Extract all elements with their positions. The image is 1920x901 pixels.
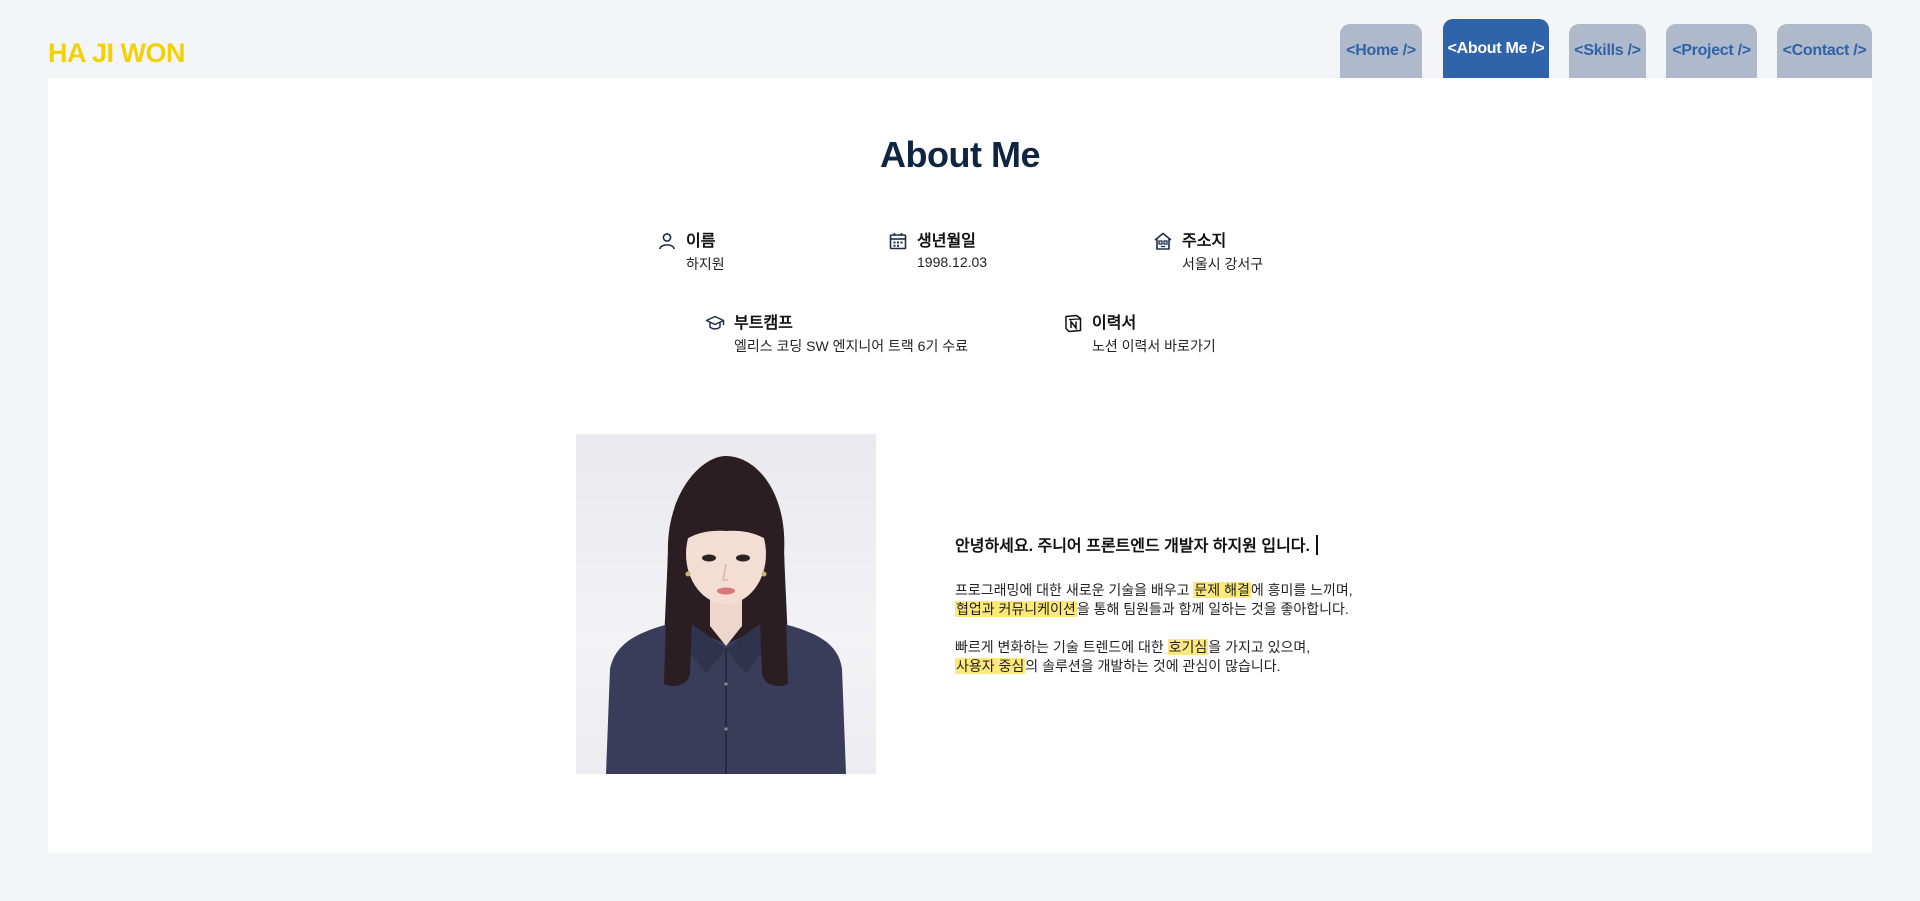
intro-paragraph-2: 빠르게 변화하는 기술 트렌드에 대한 호기심을 가지고 있으며, 사용자 중심… xyxy=(955,638,1425,676)
tab-about-me[interactable]: <About Me /> xyxy=(1443,19,1549,78)
graduation-cap-icon xyxy=(705,315,725,330)
tab-home[interactable]: <Home /> xyxy=(1340,24,1422,78)
intro-heading: 안녕하세요. 주니어 프론트엔드 개발자 하지원 입니다. xyxy=(955,532,1425,556)
info-label: 부트캠프 xyxy=(734,315,793,332)
tab-skills[interactable]: <Skills /> xyxy=(1569,24,1646,78)
info-value: 1998.12.03 xyxy=(917,254,988,270)
tab-contact[interactable]: <Contact /> xyxy=(1777,24,1872,78)
info-label: 주소지 xyxy=(1182,233,1227,250)
info-label: 이력서 xyxy=(1092,315,1137,332)
info-label: 이름 xyxy=(686,233,716,250)
tab-project[interactable]: <Project /> xyxy=(1666,24,1757,78)
info-value: 엘리스 코딩 SW 엔지니어 트랙 6기 수료 xyxy=(734,338,968,354)
highlight-text: 호기심 xyxy=(1167,639,1209,655)
calendar-icon xyxy=(889,233,907,250)
intro-paragraph-1: 프로그래밍에 대한 새로운 기술을 배우고 문제 해결에 흥미를 느끼며, 협업… xyxy=(955,581,1425,619)
profile-photo-illustration xyxy=(606,456,846,774)
about-panel xyxy=(48,78,1872,853)
intro-text: 에 흥미를 느끼며, xyxy=(1250,582,1353,598)
intro-text: 을 통해 팀원들과 함께 일하는 것을 좋아합니다. xyxy=(1076,601,1349,617)
intro-text: 의 솔루션을 개발하는 것에 관심이 많습니다. xyxy=(1025,658,1281,674)
notion-icon xyxy=(1065,314,1082,333)
intro-text: 프로그래밍에 대한 새로운 기술을 배우고 xyxy=(955,582,1194,598)
typing-cursor xyxy=(1315,535,1318,555)
intro-text: 빠르게 변화하는 기술 트렌드에 대한 xyxy=(955,639,1168,655)
intro-section: 안녕하세요. 주니어 프론트엔드 개발자 하지원 입니다. 프로그래밍에 대한 … xyxy=(955,532,1425,676)
highlight-text: 사용자 중심 xyxy=(955,658,1026,674)
info-value: 서울시 강서구 xyxy=(1182,256,1264,272)
highlight-text: 협업과 커뮤니케이션 xyxy=(955,601,1077,617)
resume-link[interactable]: 노션 이력서 바로가기 xyxy=(1092,336,1216,356)
profile-photo xyxy=(576,434,876,774)
page-title: About Me xyxy=(880,134,1040,176)
info-value: 하지원 xyxy=(686,256,725,272)
main-nav: <Home /> <About Me /> <Skills /> <Projec… xyxy=(0,0,1920,80)
intro-text: 을 가지고 있으며, xyxy=(1208,639,1311,655)
info-label: 생년월일 xyxy=(917,233,976,250)
person-icon xyxy=(659,233,675,250)
house-icon xyxy=(1154,232,1172,250)
highlight-text: 문제 해결 xyxy=(1193,582,1251,598)
